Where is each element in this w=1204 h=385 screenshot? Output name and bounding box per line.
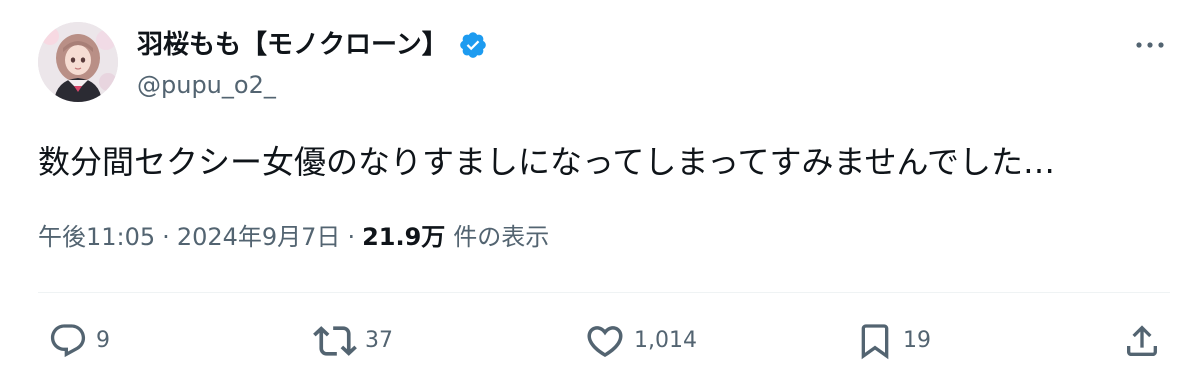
reply-icon [50, 324, 86, 358]
reply-count: 9 [96, 328, 110, 353]
author-handle[interactable]: @pupu_o2_ [137, 69, 276, 101]
like-button[interactable]: 1,014 [584, 320, 697, 362]
author-display-name[interactable]: 羽桜もも【モノクローン】 [137, 27, 448, 63]
share-icon [1127, 325, 1157, 356]
retweet-count: 37 [365, 328, 393, 353]
views-label: 件の表示 [453, 223, 550, 251]
heart-icon [587, 326, 623, 358]
like-count: 1,014 [634, 328, 697, 353]
divider [38, 292, 1170, 293]
tweet-text: 数分間セクシー女優のなりすましになってしまってすみませんでした… [38, 143, 1055, 181]
author-name-row: 羽桜もも【モノクローン】 [137, 27, 488, 63]
tweet-meta: 午後11:05 · 2024年9月7日 · 21.9万 件の表示 [38, 218, 549, 256]
reply-button[interactable]: 9 [48, 320, 110, 362]
bookmark-button[interactable]: 19 [855, 320, 931, 362]
bookmark-icon [861, 324, 889, 360]
bookmark-count: 19 [903, 328, 931, 353]
meta-separator: · [347, 223, 356, 251]
retweet-icon [313, 326, 357, 356]
tweet-time[interactable]: 午後11:05 [38, 218, 155, 256]
views-count: 21.9万 [362, 223, 446, 251]
meta-separator: · [162, 223, 170, 251]
verified-badge-icon[interactable] [458, 30, 488, 60]
tweet-date[interactable]: 2024年9月7日 [177, 218, 341, 256]
share-button[interactable] [1122, 320, 1162, 362]
avatar-image [38, 22, 118, 102]
retweet-button[interactable]: 37 [313, 320, 393, 362]
tweet-card: 羽桜もも【モノクローン】 @pupu_o2_ 数分間セクシー女優のなりすましにな… [0, 0, 1204, 385]
more-dots-icon [1136, 42, 1164, 48]
more-options-button[interactable] [1130, 28, 1170, 62]
avatar[interactable] [38, 22, 118, 102]
